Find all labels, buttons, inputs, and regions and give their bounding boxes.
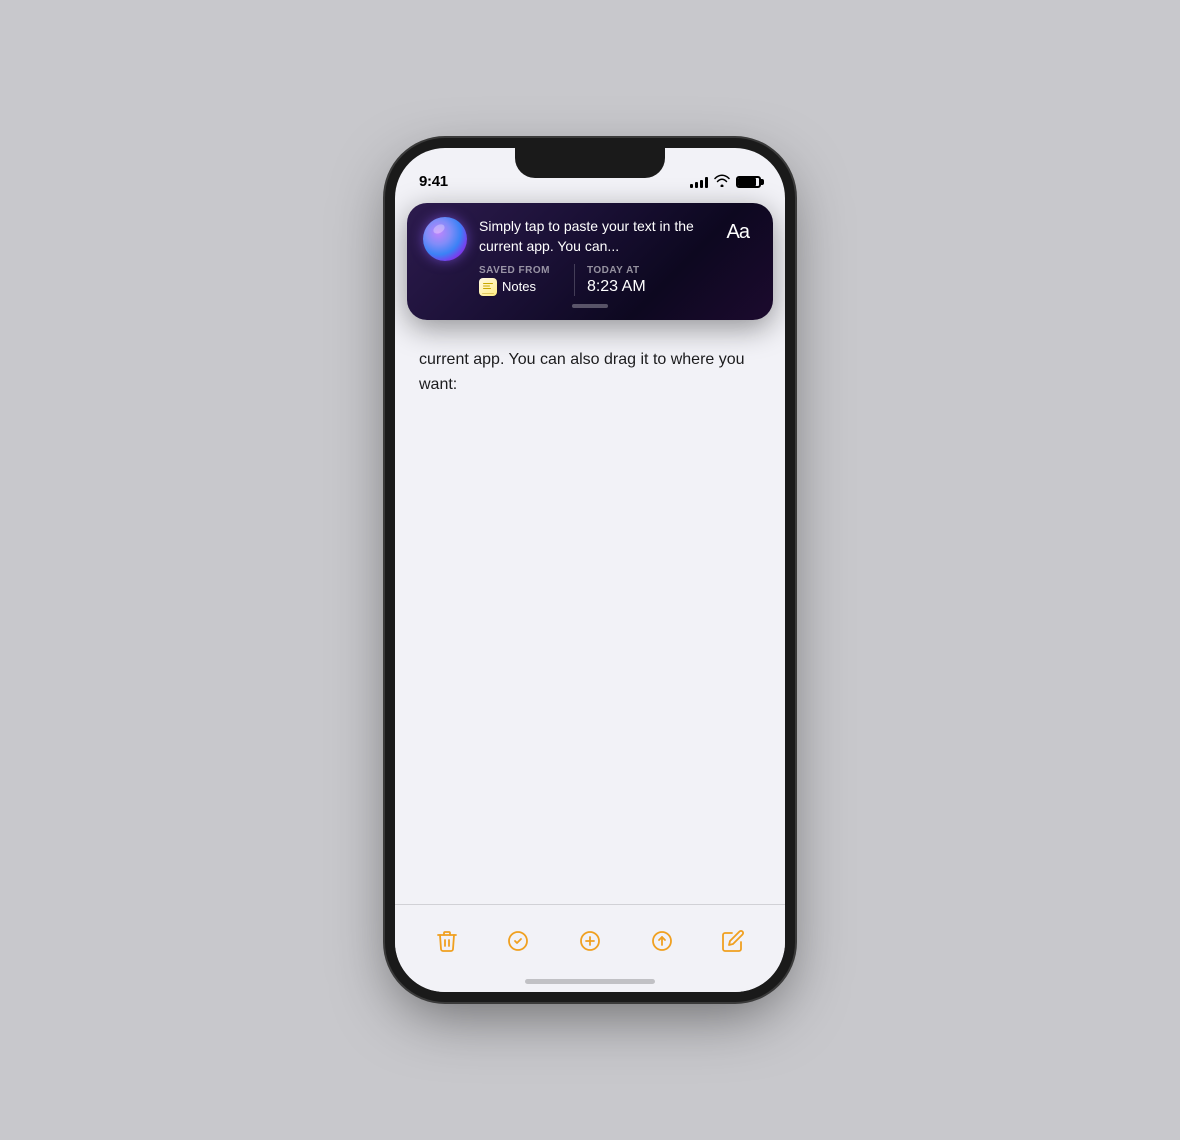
status-icons (690, 174, 761, 190)
siri-main-text: Simply tap to paste your text in the cur… (479, 217, 707, 256)
siri-handle (572, 304, 608, 308)
siri-source-name: Notes (502, 279, 536, 294)
compose-button[interactable] (711, 919, 755, 963)
delete-button[interactable] (425, 919, 469, 963)
saved-from-label: SAVED FROM (479, 265, 550, 276)
siri-time: 8:23 AM (587, 278, 646, 296)
share-button[interactable] (640, 919, 684, 963)
status-time: 9:41 (419, 173, 448, 190)
battery-icon (736, 176, 761, 188)
today-at-label: TODAY AT (587, 265, 646, 276)
check-button[interactable] (496, 919, 540, 963)
home-indicator (525, 979, 655, 984)
notch (515, 148, 665, 178)
siri-today-at: TODAY AT 8:23 AM (587, 265, 646, 296)
siri-text-block: Simply tap to paste your text in the cur… (479, 217, 707, 296)
siri-banner-inner: Simply tap to paste your text in the cur… (423, 217, 757, 296)
signal-bar-1 (690, 184, 693, 188)
wifi-icon (714, 174, 730, 190)
siri-aa-button[interactable]: Aa (719, 217, 757, 248)
siri-saved-from: SAVED FROM Notes (479, 265, 562, 296)
phone-frame: 9:41 current app. You can also drag it (395, 148, 785, 992)
signal-bar-4 (705, 177, 708, 188)
battery-fill (738, 178, 756, 186)
siri-meta: SAVED FROM Notes (479, 264, 707, 296)
siri-divider (574, 264, 575, 296)
signal-bar-3 (700, 180, 703, 188)
notes-app-icon (479, 278, 497, 296)
siri-orb-icon (423, 217, 467, 261)
siri-clipboard-banner[interactable]: Simply tap to paste your text in the cur… (407, 203, 773, 320)
signal-bar-2 (695, 182, 698, 188)
signal-bars-icon (690, 176, 708, 188)
siri-source: Notes (479, 278, 550, 296)
add-button[interactable] (568, 919, 612, 963)
